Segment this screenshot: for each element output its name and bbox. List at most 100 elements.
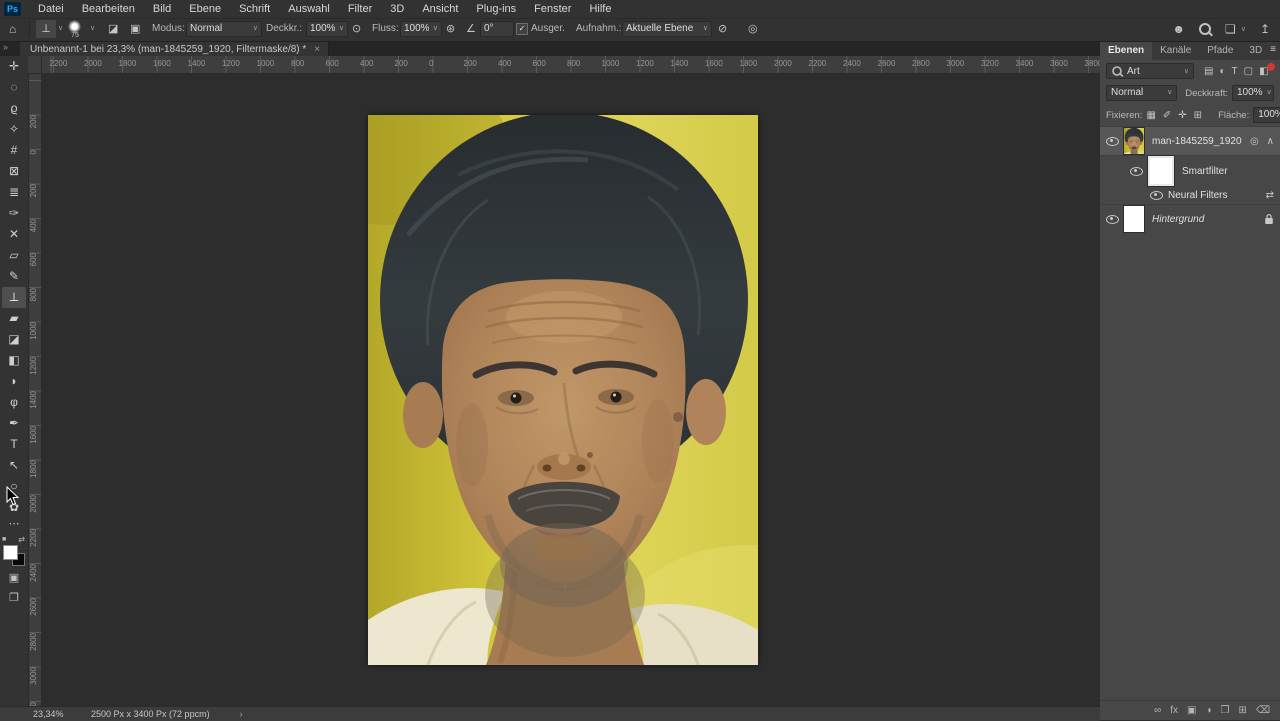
pen-tool[interactable]: ✒ [2,413,26,434]
home-icon[interactable]: ⌂ [9,18,16,40]
path-selection-tool[interactable]: ↖ [2,455,26,476]
panel-tab[interactable]: Ebenen [1100,42,1153,60]
filter-blending-options-icon[interactable]: ⇄ [1266,190,1274,201]
menu-item[interactable]: Datei [29,1,73,18]
layer-thumbnail[interactable] [1123,127,1145,155]
status-chevron-icon[interactable]: › [240,709,243,719]
menu-item[interactable]: Auswahl [279,1,339,18]
layer-mask-icon[interactable]: ▣ [1187,705,1196,716]
layer-name[interactable]: man-1845259_1920 [1152,136,1242,147]
brush-tool[interactable]: ✎ [2,266,26,287]
menu-item[interactable]: Ebene [180,1,230,18]
visibility-toggle[interactable] [1144,190,1168,200]
account-icon[interactable]: ☻ [1172,21,1185,37]
zoom-level-field[interactable]: 23,34% [33,709,79,719]
toggle-clone-source-panel-icon[interactable]: ▣ [130,18,140,40]
neural-filters-row[interactable]: Neural Filters ⇄ [1100,186,1280,204]
visibility-toggle[interactable] [1100,136,1124,146]
visibility-toggle[interactable] [1100,214,1124,224]
filter-toggle[interactable] [1267,63,1275,71]
menu-item[interactable]: Plug-ins [467,1,525,18]
deckkraft-select[interactable]: 100% ∨ [306,21,348,37]
edit-toolbar-icon[interactable]: ⋯ [2,518,26,534]
filter-shape-layers-icon[interactable]: ▢ [1244,66,1253,77]
type-tool[interactable]: T [2,434,26,455]
clone-stamp-tool[interactable]: ⊥ [2,287,26,308]
workspace-icon[interactable]: ❏ [1225,21,1236,37]
fluss-select[interactable]: 100% ∨ [400,21,442,37]
deckkraft-select[interactable]: 100% ∨ [1232,85,1274,101]
visibility-toggle[interactable] [1124,166,1148,176]
panel-tab[interactable]: Pfade [1199,42,1241,60]
layer-group-icon[interactable]: ❒ [1221,705,1230,716]
menu-item[interactable]: Ansicht [413,1,467,18]
ignore-adjustment-layers-icon[interactable]: ⊘ [718,18,727,40]
screen-mode-icon[interactable]: ❐ [2,588,26,608]
filter-adjustment-layers-icon[interactable]: ◐ [1219,66,1225,77]
filter-type-layers-icon[interactable]: T [1232,66,1238,77]
background-thumbnail[interactable] [1123,205,1145,233]
crop-tool[interactable]: # [2,140,26,161]
flaeche-select[interactable]: 100% ∨ [1253,107,1280,123]
default-colors-icon[interactable]: ■ [2,536,6,543]
lock-transparency-icon[interactable]: ▦ [1146,110,1155,121]
menu-item[interactable]: Hilfe [580,1,620,18]
new-layer-icon[interactable]: ⊞ [1238,705,1246,716]
eraser-tool[interactable]: ▰ [2,308,26,329]
layer-filter-select[interactable]: Art ∨ [1106,63,1194,79]
lock-pixels-icon[interactable]: ✐ [1163,110,1171,121]
dodge-tool[interactable]: φ [2,392,26,413]
delete-layer-icon[interactable]: ⌫ [1256,705,1270,716]
quick-selection-tool[interactable]: ✧ [2,119,26,140]
blend-mode-select[interactable]: Normal ∨ [1106,85,1178,101]
filter-pixel-layers-icon[interactable]: ▤ [1204,66,1213,77]
search-icon[interactable] [1199,23,1212,35]
document-tab[interactable]: Unbenannt-1 bei 23,3% (man-1845259_1920,… [20,42,330,56]
foreground-color-swatch[interactable] [3,545,18,560]
document-image[interactable] [368,115,758,665]
close-tab-icon[interactable]: × [314,44,320,55]
smart-filter-mask-row[interactable]: Smartfilter [1100,155,1280,187]
smudge-tool[interactable]: ◗ [2,371,26,392]
smart-filter-mask-thumbnail[interactable] [1147,155,1175,187]
panel-tab[interactable]: Kanäle [1152,42,1199,60]
lock-artboard-icon[interactable]: ⊞ [1194,110,1202,121]
neural-filters-label[interactable]: Neural Filters [1168,190,1227,201]
menu-item[interactable]: Schrift [230,1,279,18]
menu-item[interactable]: Filter [339,1,381,18]
vertical-ruler[interactable]: 200 0 200 400 600 800 1000 1200 1400 1600 1800 2000… [28,73,42,706]
swap-colors-icon[interactable]: ⇄ [18,535,25,544]
lasso-tool[interactable]: ϱ [2,98,26,119]
horizontal-ruler[interactable]: 2200 2000 1800 1600 1400 1200 1000 800 600 400 200… [28,56,1100,74]
panel-menu-icon[interactable]: ≡ [1270,44,1276,55]
menu-item[interactable]: Bearbeiten [73,1,144,18]
healing-brush-tool[interactable]: ▱ [2,245,26,266]
airbrush-icon[interactable]: ⊛ [446,18,455,40]
angle-input[interactable]: 0° [480,21,514,37]
ausgerichtet-checkbox[interactable]: ✓ [516,23,528,35]
share-icon[interactable]: ↥ [1260,21,1270,37]
background-layer-row[interactable]: Hintergrund [1100,204,1280,233]
pressure-size-icon[interactable]: ◎ [748,18,758,40]
paint-bucket-tool[interactable]: ◧ [2,350,26,371]
eyedropper-tool[interactable]: ✑ [2,203,26,224]
quick-mask-icon[interactable]: ▣ [2,568,26,588]
menu-item[interactable]: 3D [381,1,413,18]
layer-row-man[interactable]: man-1845259_1920 ◎ ∧ [1100,126,1280,156]
background-layer-name[interactable]: Hintergrund [1152,214,1204,225]
brush-chevron-icon[interactable]: ∨ [90,18,95,40]
lock-position-icon[interactable]: ✛ [1178,110,1186,121]
adjustment-layer-icon[interactable]: ◑ [1205,705,1211,716]
toggle-brush-panel-icon[interactable]: ◪ [108,18,118,40]
panel-tab[interactable]: 3D [1241,42,1270,60]
ruler-tool[interactable]: ≣ [2,182,26,203]
aufnahme-select[interactable]: Aktuelle Ebene ∨ [622,21,712,37]
layer-effects-icon[interactable]: fx [1170,705,1178,716]
patch-tool[interactable]: ✕ [2,224,26,245]
link-layers-icon[interactable]: ∞ [1154,705,1161,716]
pressure-opacity-icon[interactable]: ⊙ [352,18,361,40]
move-tool[interactable]: ✛ [2,56,26,77]
photoshop-logo[interactable]: Ps [4,2,21,16]
frame-tool[interactable]: ⊠ [2,161,26,182]
canvas-area[interactable] [42,73,1100,706]
